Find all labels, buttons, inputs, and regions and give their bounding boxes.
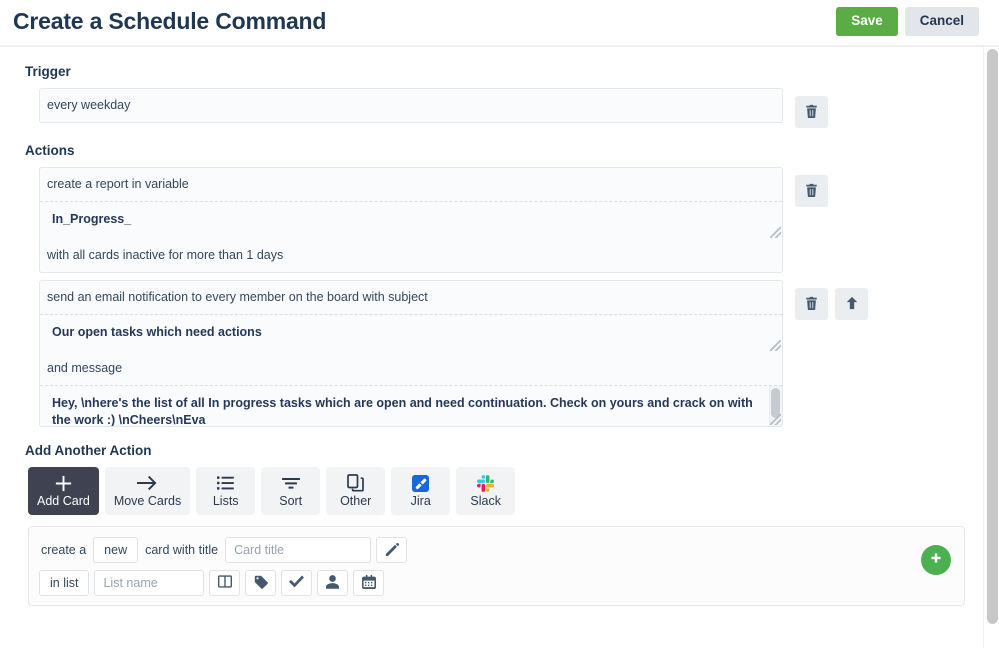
delete-action-1-button[interactable]: [795, 175, 828, 207]
tab-jira-label: Jira: [410, 494, 431, 509]
card-title-input[interactable]: [225, 537, 372, 563]
trigger-row: every weekday: [39, 88, 982, 128]
select-checklist-button[interactable]: [281, 570, 313, 596]
action-2-message-value: Hey, \nhere's the list of all In progres…: [52, 396, 757, 426]
jira-icon: [412, 473, 430, 493]
tab-move-cards-label: Move Cards: [113, 494, 182, 509]
action-type-tabs: Add Card Move Cards Lists Sort Other Jir…: [28, 467, 982, 515]
trigger-text: every weekday: [47, 98, 131, 112]
trash-icon: [805, 183, 818, 200]
schedule-command-page: Create a Schedule Command Save Cancel Tr…: [0, 0, 999, 648]
edit-pencil-icon: [385, 542, 399, 559]
sort-icon: [281, 473, 300, 493]
label-tag-icon: [254, 575, 268, 592]
action-2-prefix: send an email notification to every memb…: [47, 290, 428, 304]
tab-slack-label: Slack: [470, 494, 501, 509]
cancel-button[interactable]: Cancel: [904, 7, 979, 36]
tab-lists[interactable]: Lists: [196, 467, 256, 515]
board-columns-icon: [217, 575, 232, 591]
action-1-variable-value: In_Progress_: [52, 212, 132, 226]
in-list-toggle[interactable]: in list: [39, 570, 90, 596]
tab-move-cards[interactable]: Move Cards: [104, 467, 191, 515]
calendar-icon: [361, 574, 376, 592]
arrow-up-icon: [845, 296, 859, 313]
trigger-heading: Trigger: [25, 64, 71, 79]
builder-row-1: create a new card with title: [39, 537, 954, 563]
action-statement-1[interactable]: create a report in variable In_Progress_…: [39, 167, 783, 273]
edit-card-description-button[interactable]: [376, 537, 408, 563]
delete-action-2-button[interactable]: [795, 288, 828, 320]
select-due-date-button[interactable]: [353, 570, 385, 596]
list-name-input[interactable]: [94, 570, 205, 596]
page-scrollbar-track[interactable]: [983, 47, 999, 648]
plus-icon: [54, 473, 73, 493]
save-button[interactable]: Save: [836, 7, 898, 36]
actions-heading: Actions: [25, 143, 75, 158]
tab-jira[interactable]: Jira: [391, 467, 451, 515]
action-2-subject-value: Our open tasks which need actions: [52, 325, 262, 339]
action-1-side-buttons: [795, 175, 828, 207]
tab-sort-label: Sort: [279, 494, 303, 509]
add-action-button[interactable]: [921, 545, 951, 575]
trigger-statement[interactable]: every weekday: [39, 88, 783, 123]
tab-sort[interactable]: Sort: [261, 467, 321, 515]
page-header: Create a Schedule Command Save Cancel: [0, 0, 999, 47]
action-2-side-buttons: [795, 288, 868, 320]
header-actions: Save Cancel: [836, 7, 979, 36]
checkmark-icon: [289, 575, 305, 591]
builder-row-2: in list: [39, 570, 954, 596]
tab-add-card-label: Add Card: [37, 494, 90, 509]
tab-other[interactable]: Other: [326, 467, 386, 515]
arrow-right-icon: [137, 473, 158, 493]
person-icon: [326, 574, 340, 592]
trash-icon: [805, 296, 818, 313]
message-scrollbar-thumb[interactable]: [771, 388, 780, 418]
action-1-variable-field[interactable]: In_Progress_: [40, 201, 782, 239]
add-card-builder-panel: create a new card with title in list: [28, 526, 965, 606]
new-card-toggle[interactable]: new: [93, 537, 139, 563]
tab-slack[interactable]: Slack: [456, 467, 516, 515]
action-2-subject-field[interactable]: Our open tasks which need actions: [40, 314, 782, 352]
delete-trigger-button[interactable]: [795, 96, 828, 128]
list-icon: [217, 473, 235, 493]
trash-icon: [805, 104, 818, 121]
select-board-button[interactable]: [209, 570, 241, 596]
page-scrollbar-thumb[interactable]: [987, 49, 998, 624]
trigger-side-buttons: [795, 96, 828, 128]
tab-add-card[interactable]: Add Card: [28, 467, 99, 515]
action-1-prefix: create a report in variable: [47, 177, 189, 191]
form-body: Trigger every weekday Actions create a r…: [0, 49, 982, 648]
builder-card-with-title-label: card with title: [145, 543, 219, 557]
select-member-button[interactable]: [317, 570, 349, 596]
tab-lists-label: Lists: [212, 494, 239, 509]
tab-other-label: Other: [340, 494, 372, 509]
page-title: Create a Schedule Command: [13, 7, 327, 34]
action-2-message-field[interactable]: Hey, \nhere's the list of all In progres…: [40, 385, 782, 426]
action-row-2: send an email notification to every memb…: [39, 280, 982, 427]
action-row-1: create a report in variable In_Progress_…: [39, 167, 982, 273]
copy-icon: [347, 473, 365, 493]
builder-create-a-label: create a: [41, 543, 87, 557]
move-action-2-up-button[interactable]: [835, 288, 868, 320]
slack-icon: [477, 473, 495, 493]
action-2-middle: and message: [47, 361, 123, 375]
add-another-action-heading: Add Another Action: [25, 443, 152, 458]
action-1-suffix: with all cards inactive for more than 1 …: [47, 248, 284, 262]
plus-icon: [929, 552, 943, 569]
select-label-button[interactable]: [245, 570, 277, 596]
action-statement-2[interactable]: send an email notification to every memb…: [39, 280, 783, 427]
